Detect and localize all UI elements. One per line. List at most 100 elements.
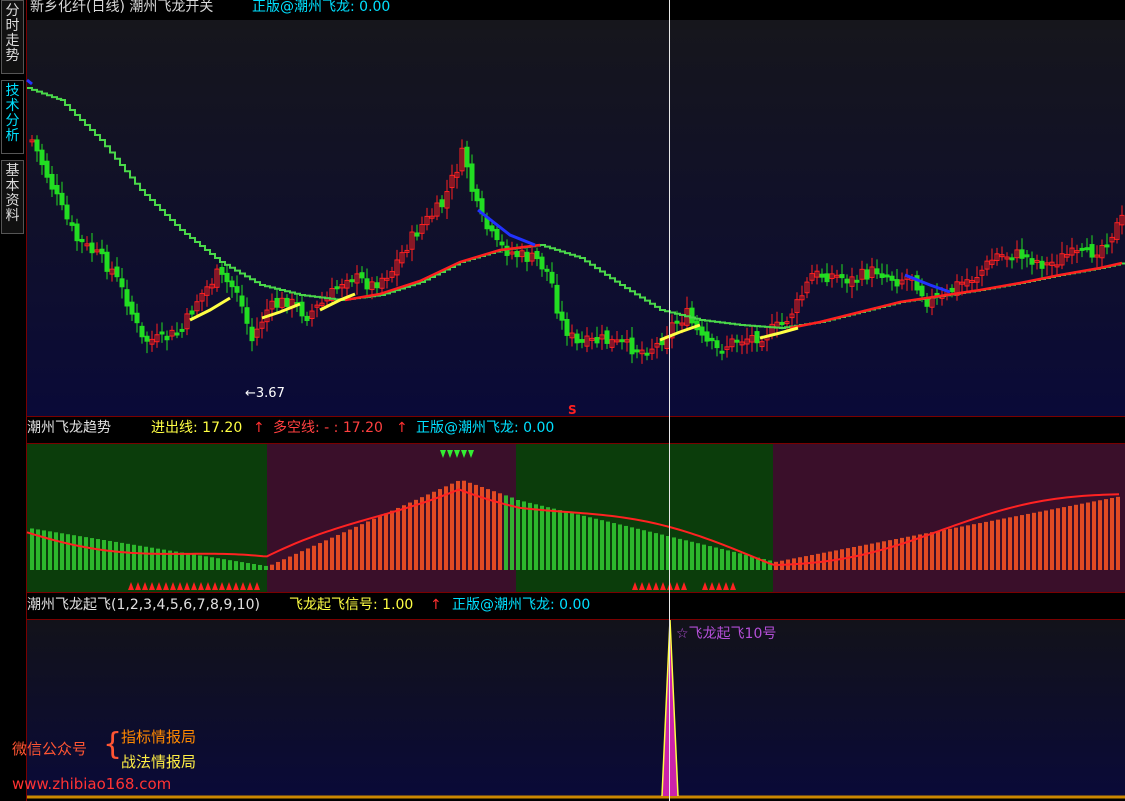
trend-bar (768, 560, 772, 570)
trend-bar (486, 489, 490, 570)
trend-bar (1044, 510, 1048, 570)
trend-bar (546, 507, 550, 570)
trend-bar (1074, 504, 1078, 570)
candle-body (544, 268, 550, 272)
trend-bar (552, 508, 556, 570)
trend-bar (204, 556, 208, 570)
trend-bar (678, 538, 682, 570)
trend-bar (390, 510, 394, 570)
trend-bar (426, 494, 430, 570)
trend-bar (972, 524, 976, 570)
trend-bar (540, 505, 544, 570)
trend-bar (54, 532, 58, 570)
bull-bear-line-label: 多空线: - : 17.20 (273, 420, 383, 436)
trend-bar (324, 540, 328, 570)
trend-bar (450, 483, 454, 570)
candle-body (824, 273, 830, 283)
trend-bar (654, 533, 658, 570)
candle-body (439, 199, 445, 208)
trend-bar (1056, 508, 1060, 570)
trend-bar (216, 558, 220, 570)
trend-bar (600, 520, 604, 570)
watermark-url[interactable]: www.zhibiao168.com (12, 775, 171, 793)
trend-bar (144, 546, 148, 570)
trend-bar (90, 538, 94, 570)
candle-body (894, 279, 900, 287)
candle-body (734, 339, 740, 343)
trend-bar (894, 539, 898, 570)
trend-bar (612, 523, 616, 570)
candle-body (874, 268, 880, 275)
trend-bar (234, 561, 238, 570)
trend-bar (84, 537, 88, 570)
trend-bar (336, 534, 340, 570)
candle-body (469, 163, 475, 192)
trend-bar (288, 556, 292, 570)
trend-bar (282, 559, 286, 570)
trend-bar (696, 543, 700, 570)
trend-bar (456, 480, 460, 570)
candle-body (64, 204, 70, 220)
trend-bar (726, 550, 730, 570)
trend-bar (948, 528, 952, 570)
candle-body (284, 297, 290, 307)
trend-bar (702, 544, 706, 570)
trend-bar (1050, 509, 1054, 570)
candle-body (224, 272, 230, 283)
signal-value-label: 飞龙起飞信号: 1.00 (289, 597, 414, 613)
candle-body (1009, 257, 1015, 261)
candle-body (1019, 249, 1025, 259)
chart-canvas[interactable] (0, 0, 1125, 801)
trend-bar (648, 531, 652, 570)
trend-bar (672, 537, 676, 570)
trend-bar (846, 548, 850, 570)
trend-bar (1002, 518, 1006, 570)
trend-bar (732, 551, 736, 570)
trend-bar (180, 552, 184, 570)
candle-body (709, 337, 715, 342)
watermark-brace: { (103, 727, 123, 762)
trend-bar (534, 504, 538, 570)
candle-body (524, 251, 530, 262)
candle-body (334, 286, 340, 290)
candle-body (629, 337, 635, 355)
candle-body (464, 146, 470, 168)
candle-body (129, 301, 135, 315)
trend-bar (630, 527, 634, 570)
trend-bar (384, 513, 388, 570)
trend-bar (1020, 515, 1024, 570)
trend-bar (414, 499, 418, 570)
trend-bar (984, 521, 988, 570)
candle-body (564, 318, 570, 336)
trend-bar (114, 541, 118, 570)
trend-bar (942, 529, 946, 570)
trend-bar (108, 540, 112, 570)
trend-bar (420, 497, 424, 570)
candle-body (239, 295, 245, 307)
trend-bar (258, 564, 262, 570)
trend-bar (960, 526, 964, 570)
trend-bar (480, 487, 484, 570)
trend-bar (594, 518, 598, 570)
trend-bar (150, 547, 154, 570)
trend-bar (138, 545, 142, 570)
trend-bar (876, 542, 880, 570)
trend-bar (870, 543, 874, 570)
candle-body (634, 349, 640, 353)
candle-body (554, 284, 560, 314)
trend-bar (354, 526, 358, 570)
trend-bar (1086, 502, 1090, 570)
candle-body (539, 256, 545, 270)
candle-body (159, 331, 165, 335)
candle-body (534, 250, 540, 260)
trend-bar (378, 516, 382, 570)
trend-bar (1014, 516, 1018, 570)
candle-body (779, 321, 785, 326)
trend-bar (924, 533, 928, 570)
trend-bar (246, 563, 250, 570)
trend-bar (120, 542, 124, 570)
candle-body (219, 267, 225, 275)
trend-bar (294, 553, 298, 570)
trend-bar (606, 521, 610, 570)
trend-bar (990, 520, 994, 570)
